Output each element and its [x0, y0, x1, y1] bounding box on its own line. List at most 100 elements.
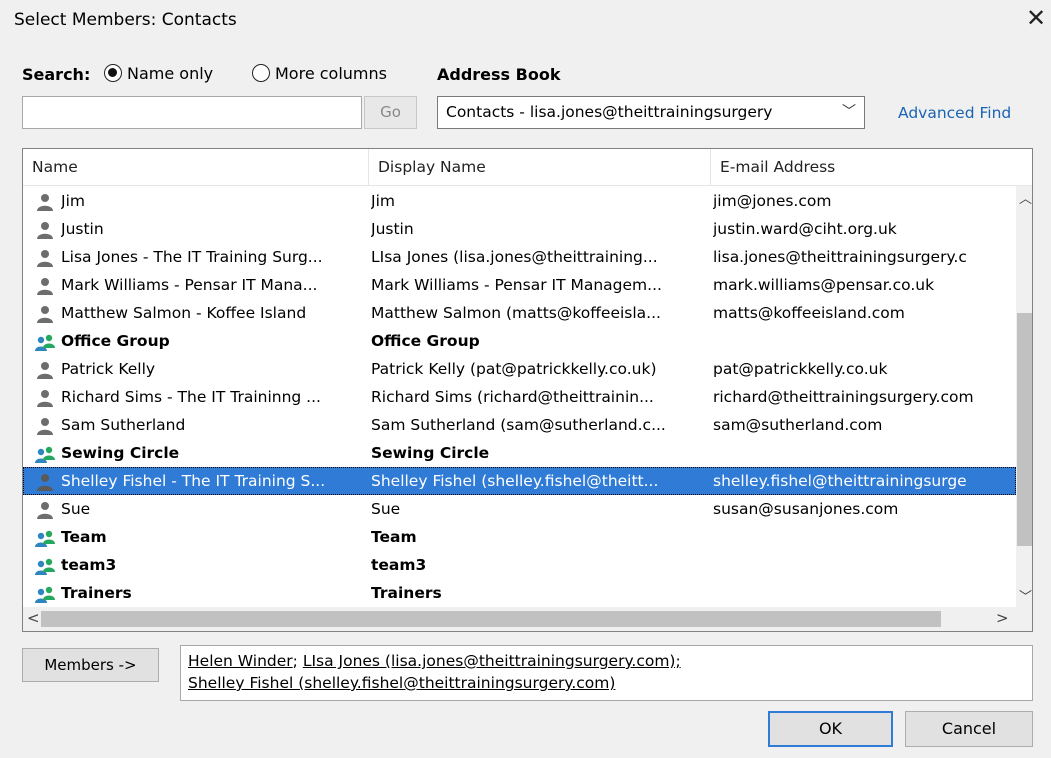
chevron-down-icon[interactable]: ﹀ — [842, 97, 856, 128]
cell-display-name: Mark Williams - Pensar IT Managem... — [371, 276, 662, 294]
search-label: Search: — [22, 65, 91, 84]
contact-person-icon — [35, 473, 55, 491]
radio-more-columns-label: More columns — [275, 64, 387, 83]
radio-unchecked-icon[interactable] — [252, 64, 270, 82]
table-row[interactable]: Patrick Kelly Patrick Kelly (pat@patrickk… — [23, 355, 1016, 383]
cell-name: Trainers — [61, 584, 132, 602]
table-row[interactable]: Sam Sutherland Sam Sutherland (sam@suther… — [23, 411, 1016, 439]
cell-email — [713, 327, 1016, 355]
cell-email — [713, 439, 1016, 467]
scroll-up-icon[interactable]: ︿ — [1019, 188, 1032, 207]
contact-group-icon — [35, 585, 55, 603]
member-shelley-fishel[interactable]: Shelley Fishel (shelley.fishel@theittrai… — [188, 674, 615, 692]
cell-name: Office Group — [61, 332, 170, 350]
cell-email: lisa.jones@theittrainingsurgery.c — [713, 248, 967, 266]
ok-button[interactable]: OK — [768, 711, 893, 747]
advanced-find-link[interactable]: Advanced Find — [898, 104, 1011, 122]
cell-display-name: Sam Sutherland (sam@sutherland.c... — [371, 416, 666, 434]
scroll-right-icon[interactable]: > — [996, 609, 1009, 627]
cell-display-name: Justin — [371, 220, 414, 238]
contact-person-icon — [35, 389, 55, 407]
cell-name: Richard Sims - The IT Traininng ... — [61, 388, 321, 406]
search-input[interactable] — [22, 96, 362, 129]
table-row[interactable]: Sewing Circle Sewing Circle — [23, 439, 1016, 467]
members-button[interactable]: Members -> — [22, 648, 159, 682]
address-book-value: Contacts - lisa.jones@theittrainingsurge… — [446, 103, 773, 121]
table-row[interactable]: Justin Justin justin.ward@ciht.org.uk — [23, 215, 1016, 243]
cell-display-name: team3 — [371, 556, 427, 574]
contact-person-icon — [35, 501, 55, 519]
address-book-label: Address Book — [437, 65, 561, 84]
cell-display-name: Office Group — [371, 332, 480, 350]
contact-group-icon — [35, 333, 55, 351]
vertical-scroll-thumb[interactable] — [1017, 313, 1032, 546]
cell-email: pat@patrickkelly.co.uk — [713, 360, 888, 378]
radio-name-only[interactable]: Name only — [104, 64, 213, 83]
cancel-button[interactable]: Cancel — [905, 711, 1033, 747]
cell-display-name: Sewing Circle — [371, 444, 490, 462]
table-row[interactable]: Office Group Office Group — [23, 327, 1016, 355]
cell-name: Justin — [61, 220, 104, 238]
contact-group-icon — [35, 557, 55, 575]
cell-display-name: Sue — [371, 500, 401, 518]
go-button[interactable]: Go — [364, 96, 417, 129]
list-rows: Jim Jim jim@jones.com Justin Justin justin.wa… — [23, 187, 1016, 607]
cell-display-name: Jim — [371, 192, 395, 210]
table-row[interactable]: team3 team3 — [23, 551, 1016, 579]
cell-email — [713, 579, 1016, 607]
cell-name: Lisa Jones - The IT Training Surg... — [61, 248, 323, 266]
member-helen-winder[interactable]: Helen Winder — [188, 652, 293, 670]
contact-person-icon — [35, 361, 55, 379]
cell-email: justin.ward@ciht.org.uk — [713, 220, 897, 238]
radio-more-columns[interactable]: More columns — [252, 64, 387, 83]
table-row[interactable]: Shelley Fishel - The IT Training S... She… — [23, 467, 1016, 495]
cell-name: Patrick Kelly — [61, 360, 156, 378]
cell-email — [713, 551, 1016, 579]
cell-email: mark.williams@pensar.co.uk — [713, 276, 935, 294]
cell-display-name: Trainers — [371, 584, 442, 602]
contact-person-icon — [35, 277, 55, 295]
contact-person-icon — [35, 221, 55, 239]
cell-name: Sewing Circle — [61, 444, 180, 462]
cell-display-name: Shelley Fishel (shelley.fishel@theitt... — [371, 472, 659, 490]
cell-name: Sam Sutherland — [61, 416, 186, 434]
address-book-select[interactable]: Contacts - lisa.jones@theittrainingsurge… — [437, 96, 865, 129]
scroll-left-icon[interactable]: < — [27, 609, 40, 627]
column-header-name[interactable]: Name — [23, 149, 369, 185]
cell-email: matts@koffeeisland.com — [713, 304, 905, 322]
contact-group-icon — [35, 445, 55, 463]
table-row[interactable]: Mark Williams - Pensar IT Mana... Mark Wi… — [23, 271, 1016, 299]
table-row[interactable]: Richard Sims - The IT Traininng ... Richa… — [23, 383, 1016, 411]
member-separator: ; — [292, 652, 303, 670]
member-lisa-jones[interactable]: LIsa Jones (lisa.jones@theittrainingsurg… — [303, 652, 681, 670]
table-row[interactable]: Trainers Trainers — [23, 579, 1016, 607]
cell-display-name: LIsa Jones (lisa.jones@theittraining... — [371, 248, 658, 266]
cell-email: sam@sutherland.com — [713, 416, 883, 434]
table-row[interactable]: Lisa Jones - The IT Training Surg... LIsa… — [23, 243, 1016, 271]
cell-email: jim@jones.com — [713, 192, 832, 210]
horizontal-scrollbar[interactable]: < > — [23, 607, 1016, 631]
cell-name: Matthew Salmon - Koffee Island — [61, 304, 307, 322]
cell-name: Mark Williams - Pensar IT Mana... — [61, 276, 318, 294]
horizontal-scroll-thumb[interactable] — [41, 611, 941, 627]
contact-person-icon — [35, 417, 55, 435]
close-icon[interactable]: ✕ — [1026, 4, 1046, 32]
scroll-down-icon[interactable]: ﹀ — [1019, 586, 1032, 605]
cell-email: richard@theittrainingsurgery.com — [713, 388, 974, 406]
cell-email: susan@susanjones.com — [713, 500, 899, 518]
column-header-display-name[interactable]: Display Name — [369, 149, 711, 185]
table-row[interactable]: Sue Sue susan@susanjones.com — [23, 495, 1016, 523]
cell-name: team3 — [61, 556, 117, 574]
table-row[interactable]: Matthew Salmon - Koffee Island Matthew Sa… — [23, 299, 1016, 327]
radio-name-only-label: Name only — [127, 64, 214, 83]
scroll-corner — [1016, 607, 1032, 631]
radio-checked-icon[interactable] — [104, 64, 122, 82]
column-header-email[interactable]: E-mail Address — [711, 149, 1032, 185]
cell-name: Jim — [61, 192, 85, 210]
vertical-scrollbar[interactable]: ︿ ﹀ — [1016, 186, 1032, 607]
members-field[interactable]: Helen Winder; LIsa Jones (lisa.jones@the… — [180, 645, 1033, 701]
table-row[interactable]: Team Team — [23, 523, 1016, 551]
contacts-list[interactable]: Name Display Name E-mail Address Jim Jim j… — [22, 148, 1033, 632]
contact-person-icon — [35, 193, 55, 211]
table-row[interactable]: Jim Jim jim@jones.com — [23, 187, 1016, 215]
